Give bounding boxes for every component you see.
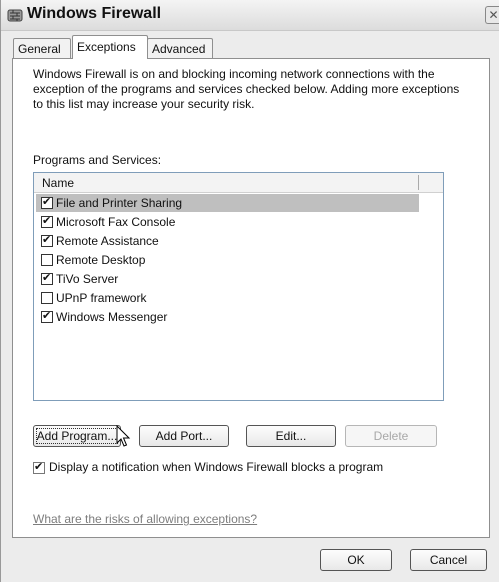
tab-label: Exceptions bbox=[77, 40, 136, 54]
programs-list[interactable]: Name ✔ File and Printer Sharing ✔ Microsoft… bbox=[33, 172, 444, 401]
delete-button[interactable]: Delete bbox=[345, 425, 437, 447]
list-item-checkbox[interactable]: ✔ bbox=[41, 215, 53, 228]
add-program-button[interactable]: Add Program... bbox=[33, 425, 121, 447]
cancel-button[interactable]: Cancel bbox=[410, 549, 487, 571]
check-mark: ✔ bbox=[42, 272, 52, 284]
firewall-window: Windows Firewall ✕ General Exceptions Ad… bbox=[0, 0, 499, 582]
mouse-pointer-icon bbox=[116, 425, 131, 447]
programs-label: Programs and Services: bbox=[33, 153, 162, 167]
list-item[interactable]: ✔ Windows Messenger bbox=[36, 308, 419, 326]
check-mark: ✔ bbox=[42, 234, 52, 246]
tab-label: General bbox=[18, 42, 61, 56]
add-port-button[interactable]: Add Port... bbox=[139, 425, 229, 447]
column-header-label: Name bbox=[42, 176, 75, 190]
list-item[interactable]: ✔ Microsoft Fax Console bbox=[36, 213, 419, 231]
list-item-label: TiVo Server bbox=[56, 272, 119, 286]
list-item-label: UPnP framework bbox=[56, 291, 147, 305]
list-item-label: Windows Messenger bbox=[56, 310, 168, 324]
list-item[interactable]: ✔ Remote Assistance bbox=[36, 232, 419, 250]
check-mark: ✔ bbox=[42, 196, 52, 208]
column-header-name[interactable]: Name bbox=[34, 173, 443, 193]
tab-advanced[interactable]: Advanced bbox=[147, 38, 213, 58]
window-title: Windows Firewall bbox=[27, 5, 162, 22]
exceptions-panel: Windows Firewall is on and blocking inco… bbox=[12, 58, 490, 538]
list-item-checkbox[interactable]: ✔ bbox=[41, 272, 53, 285]
notify-checkbox[interactable]: ✔ bbox=[33, 461, 45, 474]
firewall-icon bbox=[7, 9, 23, 22]
column-divider[interactable] bbox=[418, 175, 419, 190]
check-mark: ✔ bbox=[42, 310, 52, 322]
list-item[interactable]: ✔ File and Printer Sharing bbox=[36, 194, 419, 212]
list-item[interactable]: ✔ TiVo Server bbox=[36, 270, 419, 288]
notify-label: Display a notification when Windows Fire… bbox=[49, 460, 384, 474]
list-item-label: Microsoft Fax Console bbox=[56, 215, 176, 229]
list-item-checkbox[interactable]: ✔ bbox=[41, 234, 53, 247]
title-bar[interactable]: Windows Firewall ✕ bbox=[1, 0, 499, 31]
list-item-checkbox[interactable] bbox=[41, 292, 53, 304]
check-mark: ✔ bbox=[34, 461, 44, 473]
list-item-checkbox[interactable] bbox=[41, 254, 53, 266]
list-item[interactable]: Remote Desktop bbox=[36, 251, 419, 269]
list-item-label: Remote Assistance bbox=[56, 234, 159, 248]
tab-exceptions[interactable]: Exceptions bbox=[72, 35, 148, 59]
list-item-label: File and Printer Sharing bbox=[56, 196, 183, 210]
ok-button[interactable]: OK bbox=[320, 549, 392, 571]
risks-help-link[interactable]: What are the risks of allowing exception… bbox=[33, 512, 257, 526]
tab-general[interactable]: General bbox=[13, 38, 71, 58]
list-item-checkbox[interactable]: ✔ bbox=[41, 196, 53, 209]
close-icon[interactable]: ✕ bbox=[485, 6, 499, 24]
tab-label: Advanced bbox=[152, 42, 206, 56]
description-text: Windows Firewall is on and blocking inco… bbox=[33, 67, 460, 111]
check-mark: ✔ bbox=[42, 215, 52, 227]
edit-button[interactable]: Edit... bbox=[246, 425, 336, 447]
list-item-label: Remote Desktop bbox=[56, 253, 146, 267]
list-item[interactable]: UPnP framework bbox=[36, 289, 419, 307]
list-item-checkbox[interactable]: ✔ bbox=[41, 310, 53, 323]
